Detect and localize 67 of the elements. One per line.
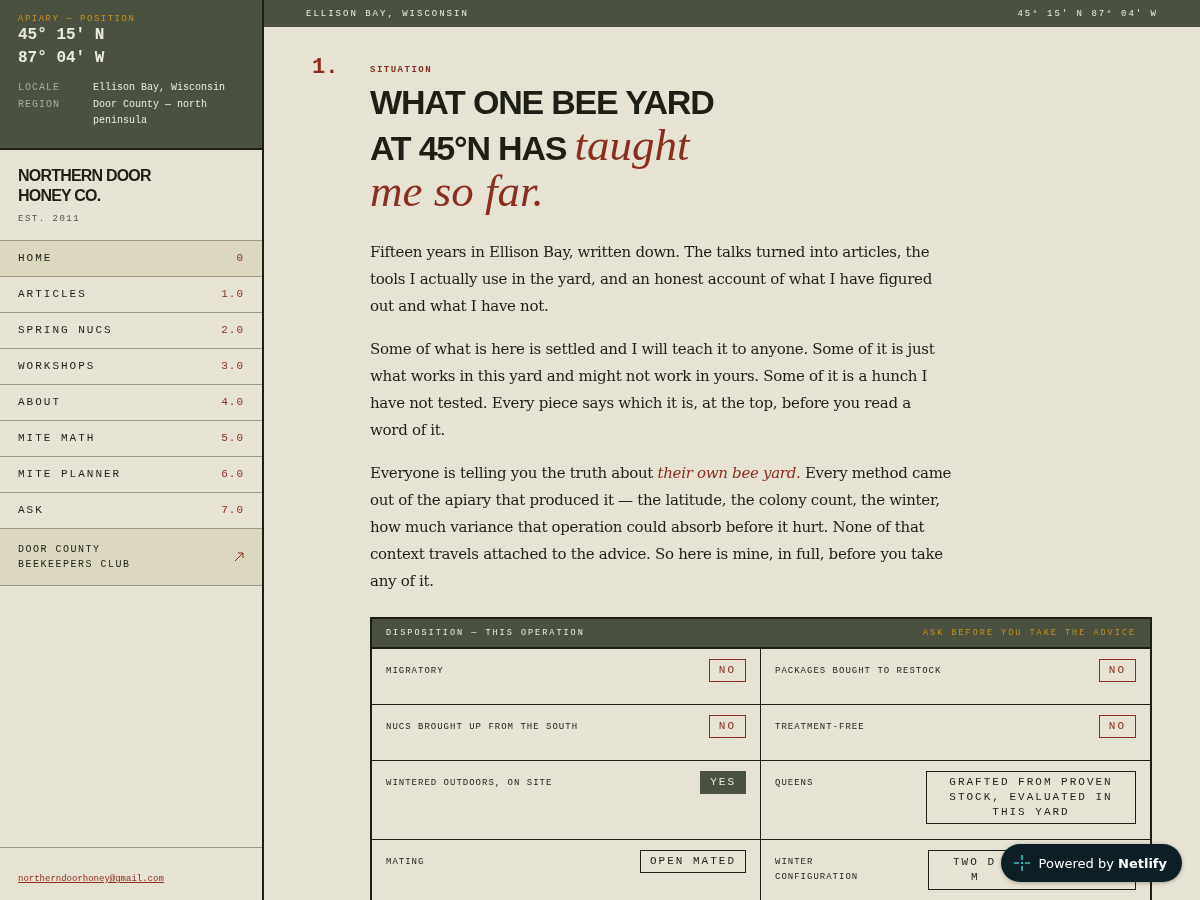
fact-value: Door County — north peninsula [93,97,209,128]
badge-text: Powered by Netlify [1038,855,1167,871]
link-label: DOOR COUNTY BEEKEEPERS CLUB [18,542,132,572]
nav-number: 7.0 [221,504,244,516]
nav-number: 0 [236,252,244,264]
attribute-label: MATING [386,856,425,869]
table-note: ASK BEFORE YOU TAKE THE ADVICE [922,628,1136,638]
external-link[interactable]: DOOR COUNTY BEEKEEPERS CLUB [0,527,262,586]
established-year: EST. 2011 [18,213,82,224]
paragraph: Fifteen years in Ellison Bay, written down. The talks turned into articles, the tools I actually use in the yard, and an honest account of what I have figured out and what I have not. [370,242,933,317]
nav-number: 3.0 [221,360,244,372]
no-tag: NO [1098,715,1136,738]
nav-number: 4.0 [221,396,244,408]
nav-label: SPRING NUCS [18,324,113,336]
nav-number: 6.0 [221,468,244,480]
sparkle-logo-icon [1012,854,1031,872]
value-tag: GRAFTED FROM PROVEN STOCK, EVALUATED IN THIS YARD [926,771,1136,824]
attribute-label: QUEENS [775,777,814,790]
nav-label: MITE PLANNER [18,468,122,480]
fact-key: REGION [18,96,93,130]
nav-number: 2.0 [221,324,244,336]
yes-tag: YES [700,771,746,794]
nav-number: 5.0 [221,432,244,444]
location-label: ELLISON BAY, WISCONSIN [306,8,469,19]
attribute-label: WINTER CONFIGURATION [775,856,860,884]
nav-label: ABOUT [18,396,61,408]
nav-item[interactable]: ASK 7.0 [0,491,262,528]
nav-label: WORKSHOPS [18,360,96,372]
attribute-label: TREATMENT-FREE [775,721,865,734]
longitude: 87° 04′ W [18,48,106,69]
table-title: DISPOSITION — THIS OPERATION [386,628,585,638]
fact-value: Ellison Bay, Wisconsin [93,81,227,95]
value-tag: OPEN MATED [640,850,746,873]
nav-item[interactable]: ARTICLES 1.0 [0,275,262,312]
nav-item[interactable]: HOME 0 [0,239,262,276]
latitude: 45° 15′ N [18,25,106,46]
powered-by-badge[interactable]: Powered by Netlify [1000,844,1182,882]
section-label: APIARY — POSITION [18,14,137,24]
nav-label: MITE MATH [18,432,96,444]
attribute-label: WINTERED OUTDOORS, ON SITE [386,777,553,790]
brand-name[interactable]: NORTHERN DOOR HONEY CO. [18,165,168,206]
attribute-label: MIGRATORY [386,665,444,678]
section-eyebrow: SITUATION [370,65,434,75]
headline: WHAT ONE BEE YARD AT 45°N HAS taught me so far. [370,82,715,215]
email-link[interactable]: northerndoorhoney@gmail.com [18,874,164,884]
nav-item[interactable]: ABOUT 4.0 [0,383,262,420]
nav-label: ARTICLES [18,288,87,300]
attribute-label: NUCS BROUGHT UP FROM THE SOUTH [386,721,579,734]
section-number: 1. [312,54,338,82]
coordinates-label: 45° 15′ N 87° 04′ W [1017,8,1158,19]
nav-label: HOME [18,252,53,264]
paragraph: Everyone is telling you the truth about their own bee yard. Every method came out of the apiary that produced it — the latitude, the colony count, the winter, how much variance that operation could absorb before it hurt. None of that context travels attached to the advice. So here is mine, in full, before you take any of it. [370,463,952,592]
no-tag: NO [708,715,746,738]
nav-item[interactable]: WORKSHOPS 3.0 [0,347,262,384]
no-tag: NO [1098,659,1136,682]
attribute-label: PACKAGES BOUGHT TO RESTOCK [775,665,942,678]
value-text: TWO D [953,855,996,870]
nav-item[interactable]: MITE PLANNER 6.0 [0,455,262,492]
nav-number: 1.0 [221,288,244,300]
nav-item[interactable]: SPRING NUCS 2.0 [0,311,262,348]
paragraph: Some of what is here is settled and I will teach it to anyone. Some of it is just what works in this yard and might not work in yours. Some of it is a hunch I have not tested. Every piece says which it is, at the top, before you read a word of it. [370,339,936,441]
external-arrow-icon [234,551,244,562]
nav-label: ASK [18,504,44,516]
no-tag: NO [708,659,746,682]
value-text: M [970,870,980,885]
fact-key: LOCALE [18,80,93,97]
nav-item[interactable]: MITE MATH 5.0 [0,419,262,456]
